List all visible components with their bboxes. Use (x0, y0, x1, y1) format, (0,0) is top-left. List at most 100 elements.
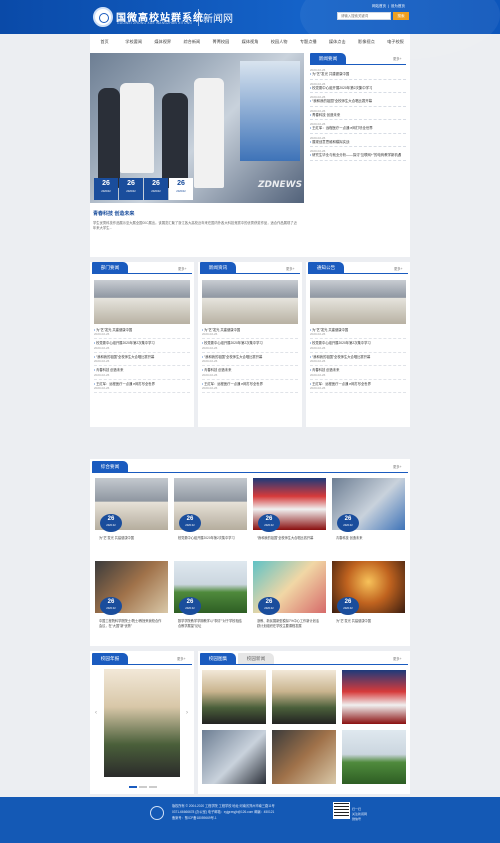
campus-paper-image[interactable] (104, 669, 180, 777)
list-item[interactable]: 校党委中心组开展2020年第2次集中学习2020-02-26 (94, 339, 190, 353)
latest-news-list: 2020-02-26为“艺”发光 共建健康中国 2020-02-26校党委中心组… (310, 66, 406, 161)
person-figure (120, 83, 154, 173)
hero-date-tiles: 26 2020/02 26 2020/02 26 2020/02 26 2020/02 (94, 178, 193, 200)
tab-underline (308, 273, 408, 274)
news-card[interactable]: 26 2020.02 浙教、新民展新型模拟7%中心工作新计划活跃计划组织在学校主要… (253, 561, 326, 646)
list-item[interactable]: 校党委中心组开展2020年第2次集中学习2020-02-26 (310, 339, 406, 353)
qr-code-icon (333, 802, 350, 819)
tab-composite[interactable]: 综合要闻 (92, 461, 128, 472)
date-tile[interactable]: 26 2020/02 (94, 178, 118, 200)
nav-item-campus[interactable]: 菁菁校园 (206, 34, 235, 49)
search-input[interactable] (337, 12, 391, 20)
more-link[interactable]: 更多+ (178, 266, 187, 271)
tab-underline (200, 664, 408, 665)
list-item[interactable]: 2020-02-26为“艺”发光 共建健康中国 (310, 66, 406, 80)
tab-latest-news[interactable]: 新闻要闻 (310, 53, 346, 64)
home-link[interactable]: 网站首页 (372, 4, 386, 8)
list-item[interactable]: 青春科技 创造未来2020-02-26 (202, 366, 298, 380)
list-item[interactable]: 2020-02-26研究生毕业与就业分析——探讨“互联网+”的电商教学新机遇 (310, 147, 406, 161)
nav-item-home[interactable]: 首页 (90, 34, 119, 49)
list-item[interactable]: 为“艺”发光 共建健康中国2020-02-26 (94, 326, 190, 340)
top-links-separator: | (388, 4, 389, 8)
gallery-photo[interactable] (272, 670, 336, 724)
nav-item-general-news[interactable]: 综合新闻 (177, 34, 206, 49)
nav-item-topics[interactable]: 专题点播 (294, 34, 323, 49)
more-link[interactable]: 更多+ (393, 656, 402, 661)
news-card[interactable]: 26 2020.02 为“艺”发光 共建健康中国 (95, 478, 168, 563)
next-arrow-icon[interactable]: › (186, 710, 188, 716)
list-item[interactable]: 为“艺”发光 共建健康中国2020-02-26 (202, 326, 298, 340)
date-tile[interactable]: 26 2020/02 (119, 178, 143, 200)
nav-item-media-click[interactable]: 媒体点击 (323, 34, 352, 49)
news-card[interactable]: 26 2020.02 数学学院教学学期教学以“事情”“对于学校相结合教学展望”论坛 (174, 561, 247, 646)
tab-underline (200, 273, 300, 274)
list-item[interactable]: 王红军：远程医疗一点通 e网打尽全世界2020-02-26 (94, 380, 190, 394)
search-button[interactable]: 搜索 (393, 12, 409, 20)
gallery-photo[interactable] (342, 730, 406, 784)
more-link[interactable]: 更多+ (177, 656, 186, 661)
carousel-dot-active[interactable] (129, 786, 137, 788)
person-figure (98, 88, 120, 188)
nav-item-school-news[interactable]: 学校要闻 (119, 34, 148, 49)
list-item[interactable]: 2020-02-26校党委中心组开展2020年第2次集中学习 (310, 80, 406, 93)
list-item[interactable]: 校党委中心组开展2020年第2次集中学习2020-02-26 (202, 339, 298, 353)
nav-item-people[interactable]: 校园人物 (265, 34, 294, 49)
card-caption: 校党委中心组开展2020年第2次集中学习 (178, 536, 235, 540)
person-figure (162, 93, 188, 188)
list-item[interactable]: 青春科技 创造未来2020-02-26 (310, 366, 406, 380)
list-item[interactable]: 2020-02-26青春科技 创造未来 (310, 107, 406, 120)
news-card[interactable]: 26 2020.02 为“艺”发光 共建健康中国 (332, 561, 405, 646)
tab-news-info[interactable]: 新闻资讯 (200, 262, 236, 273)
more-link[interactable]: 更多+ (393, 56, 402, 61)
news-card[interactable]: 26 2020.02 “我和我的祖国”全校师生大合唱比赛开幕 (253, 478, 326, 563)
carousel-dot[interactable] (139, 786, 147, 788)
list-item[interactable]: 青春科技 创造未来2020-02-26 (94, 366, 190, 380)
more-link[interactable]: 更多+ (286, 266, 295, 271)
gallery-photo[interactable] (202, 730, 266, 784)
nav-item-media-vision[interactable]: 媒体视界 (148, 34, 177, 49)
footer-icp[interactable]: 备案号：豫ICP备18059669号-1 (172, 815, 275, 821)
nav-item-e-paper[interactable]: 电子校报 (381, 34, 410, 49)
list-item[interactable]: “我和我的祖国”全校师生大合唱比赛开幕2020-02-26 (94, 353, 190, 367)
carousel-dot[interactable] (149, 786, 157, 788)
tab-dept-news[interactable]: 部门要闻 (92, 262, 128, 273)
more-link[interactable]: 更多+ (393, 464, 402, 469)
tab-underline (92, 664, 192, 665)
gallery-photo[interactable] (202, 670, 266, 724)
list-item[interactable]: 2020-02-26“我和我的祖国”全校师生大合唱比赛开幕 (310, 93, 406, 107)
meeting-photo[interactable] (310, 280, 406, 324)
list-item[interactable]: “我和我的祖国”全校师生大合唱比赛开幕2020-02-26 (202, 353, 298, 367)
card-caption: 数学学院教学学期教学以“事情”“对于学校相结合教学展望”论坛 (178, 619, 242, 628)
meeting-photo[interactable] (94, 280, 190, 324)
tab-campus-news[interactable]: 校园新闻 (238, 653, 274, 664)
tab-campus-gallery[interactable]: 校园图集 (200, 653, 236, 664)
qr-line: 微信号 (352, 817, 362, 821)
date-badge: 26 2020.02 (258, 514, 280, 532)
list-item[interactable]: 王红军：远程医疗一点通 e网打尽全世界2020-02-26 (202, 380, 298, 394)
news-card[interactable]: 26 2020.02 青春科技 创造未来 (332, 478, 405, 563)
more-link[interactable]: 更多+ (394, 266, 403, 271)
prev-arrow-icon[interactable]: ‹ (95, 710, 97, 716)
nav-item-video[interactable]: 影像视点 (352, 34, 381, 49)
news-card[interactable]: 26 2020.02 中国工程院科学院院士/院士/教授来我校合作会议，在“大国”新… (95, 561, 168, 646)
set-homepage-link[interactable]: 设为首页 (391, 4, 405, 8)
nav-item-media-view[interactable]: 媒体视角 (235, 34, 264, 49)
date-badge: 26 2020.02 (100, 514, 122, 532)
tab-notices[interactable]: 通知公告 (308, 262, 344, 273)
tab-campus-paper[interactable]: 校园年报 (92, 653, 128, 664)
list-item[interactable]: 王红军：远程医疗一点通 e网打尽全世界2020-02-26 (310, 380, 406, 394)
news-card[interactable]: 26 2020.02 校党委中心组开展2020年第2次集中学习 (174, 478, 247, 563)
date-tile-active[interactable]: 26 2020/02 (169, 178, 193, 200)
footer-logo-icon (150, 806, 164, 820)
list-item[interactable]: 2020-02-26王红军：远程医疗一点通 e网打尽全世界 (310, 120, 406, 134)
date-badge: 26 2020.02 (100, 597, 122, 615)
list-item[interactable]: 为“艺”发光 共建健康中国2020-02-26 (310, 326, 406, 340)
gallery-photo[interactable] (272, 730, 336, 784)
school-logo-icon[interactable] (93, 7, 113, 27)
date-tile[interactable]: 26 2020/02 (144, 178, 168, 200)
hero-headline[interactable]: 青春科技 创造未来 (93, 210, 134, 217)
gallery-photo[interactable] (342, 670, 406, 724)
meeting-photo[interactable] (202, 280, 298, 324)
list-item[interactable]: 2020-02-26展现创意思维和模拟实战 (310, 134, 406, 147)
list-item[interactable]: “我和我的祖国”全校师生大合唱比赛开幕2020-02-26 (310, 353, 406, 367)
